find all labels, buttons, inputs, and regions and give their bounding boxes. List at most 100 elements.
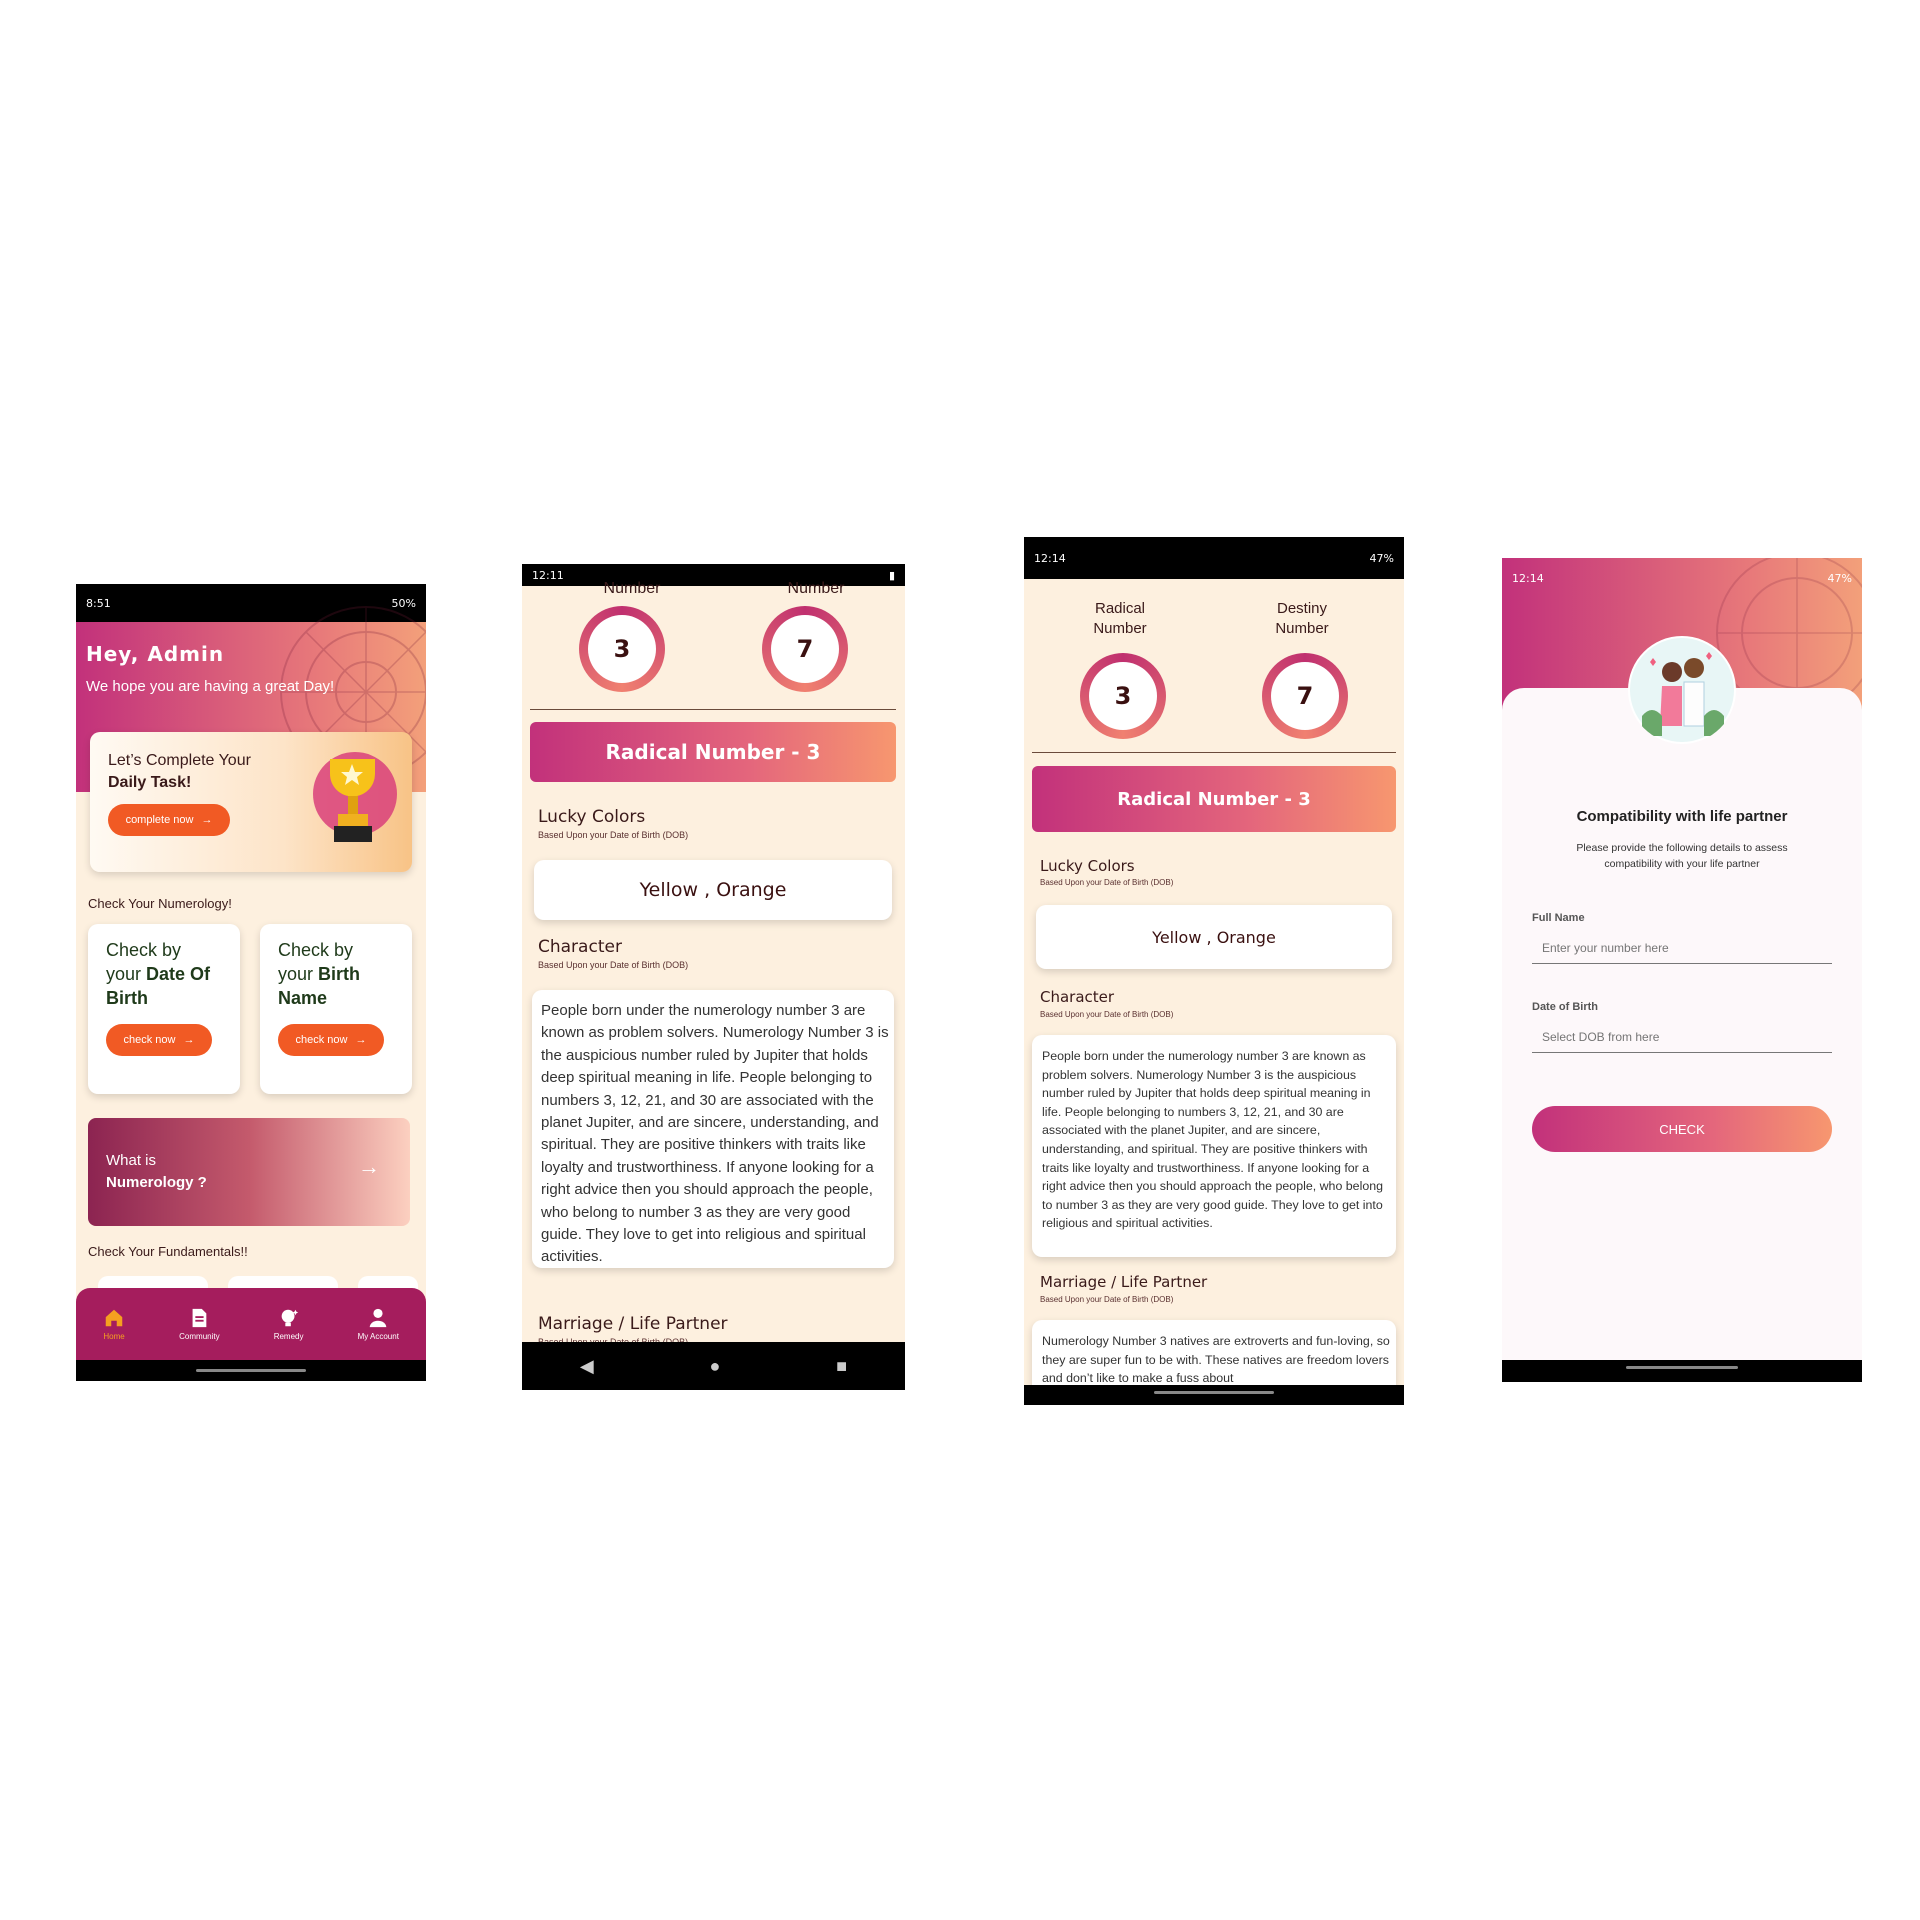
check-dob-label: check now bbox=[123, 1034, 176, 1046]
destiny-number-ring: 7 bbox=[762, 606, 848, 692]
couple-avatar bbox=[1628, 636, 1736, 744]
screen-compatibility: 12:14 47% Compatibility with life partne… bbox=[1502, 558, 1862, 1382]
arrow-right-icon: → bbox=[183, 1034, 195, 1046]
android-nav-bar: ◀ ● ■ bbox=[522, 1342, 905, 1390]
home-indicator[interactable] bbox=[1154, 1391, 1274, 1394]
status-time: 12:11 bbox=[532, 568, 564, 582]
dob-card-line1: Check by bbox=[106, 940, 182, 960]
daily-task-card[interactable]: Let’s Complete Your Daily Task! complete… bbox=[90, 732, 412, 872]
compat-title: Compatibility with life partner bbox=[1576, 808, 1788, 825]
nav-remedy[interactable]: Remedy bbox=[273, 1307, 304, 1341]
lucky-colors-title: Lucky Colors bbox=[538, 807, 646, 827]
greeting-title: Hey, Admin bbox=[86, 642, 225, 666]
radical-number-label: Number bbox=[603, 580, 661, 597]
dob-card-line3: Birth bbox=[106, 988, 148, 1008]
lucky-colors-value: Yellow , Orange bbox=[639, 879, 787, 901]
dob-card-line2: your Date Of bbox=[106, 964, 210, 985]
home-indicator[interactable] bbox=[1626, 1366, 1738, 1369]
dob-input[interactable] bbox=[1532, 1021, 1832, 1053]
character-text: People born under the numerology number … bbox=[1042, 1049, 1383, 1231]
home-circle-icon[interactable]: ● bbox=[710, 1356, 721, 1377]
nav-account-label: My Account bbox=[357, 1332, 399, 1341]
check-name-button[interactable]: check now → bbox=[278, 1024, 384, 1056]
marriage-title: Marriage / Life Partner bbox=[1040, 1273, 1208, 1291]
nav-home[interactable]: Home bbox=[103, 1307, 125, 1341]
status-time: 8:51 bbox=[86, 596, 111, 610]
nav-community[interactable]: Community bbox=[179, 1307, 220, 1341]
lucky-colors-card: Yellow , Orange bbox=[534, 860, 892, 920]
nav-community-label: Community bbox=[179, 1332, 220, 1341]
check-dob-button[interactable]: check now → bbox=[106, 1024, 212, 1056]
home-icon bbox=[105, 1309, 123, 1327]
fundamentals-heading: Check Your Fundamentals!! bbox=[88, 1244, 248, 1259]
character-text: People born under the numerology number … bbox=[541, 1002, 889, 1266]
character-card: People born under the numerology number … bbox=[532, 990, 894, 1268]
status-time: 12:14 bbox=[1512, 571, 1544, 585]
destiny-number-value: 7 bbox=[1271, 662, 1339, 730]
what-card-line2: Numerology ? bbox=[106, 1174, 207, 1191]
character-title: Character bbox=[538, 937, 622, 957]
dob-label: Date of Birth bbox=[1532, 1001, 1598, 1013]
complete-now-button[interactable]: complete now → bbox=[108, 804, 230, 836]
status-bar: 12:14 47% bbox=[1024, 537, 1404, 579]
check-name-label: check now bbox=[295, 1034, 348, 1046]
destiny-number-label: Destiny Number bbox=[1275, 600, 1329, 637]
compat-subtitle: Please provide the following details to … bbox=[1576, 842, 1788, 870]
full-name-label: Full Name bbox=[1532, 912, 1585, 924]
trophy-icon bbox=[313, 752, 397, 842]
name-card-line3: Name bbox=[278, 988, 328, 1008]
screen-radical-result: 12:11 ▮ Number Number 3 7 Radical Number… bbox=[522, 564, 905, 1390]
divider bbox=[530, 709, 896, 710]
system-home-bar bbox=[1502, 1360, 1862, 1382]
greeting-subtitle: We hope you are having a great Day! bbox=[86, 678, 335, 695]
document-icon bbox=[192, 1308, 207, 1328]
system-home-bar bbox=[1024, 1385, 1404, 1405]
recents-icon[interactable]: ■ bbox=[836, 1356, 847, 1377]
radical-number-ring: 3 bbox=[1080, 653, 1166, 739]
name-card-line1: Check by bbox=[278, 940, 354, 960]
back-icon[interactable]: ◀ bbox=[580, 1356, 594, 1377]
radical-number-banner: Radical Number - 3 bbox=[530, 722, 896, 782]
full-name-input[interactable] bbox=[1532, 932, 1832, 964]
what-card-line1: What is bbox=[106, 1152, 157, 1169]
name-card-line2a: your bbox=[278, 964, 319, 984]
nav-remedy-label: Remedy bbox=[273, 1332, 304, 1341]
couple-illustration-icon bbox=[1630, 638, 1734, 742]
marriage-text: Numerology Number 3 natives are extrover… bbox=[1042, 1334, 1390, 1386]
person-icon bbox=[370, 1308, 387, 1328]
lucky-colors-value: Yellow , Orange bbox=[1152, 927, 1276, 947]
lower-bg bbox=[1502, 1158, 1862, 1364]
bulb-icon bbox=[281, 1309, 298, 1327]
name-card-line2: your Birth bbox=[278, 964, 360, 985]
status-time: 12:14 bbox=[1034, 551, 1066, 565]
dob-card-line2b: Date Of bbox=[146, 964, 211, 984]
arrow-right-icon: → bbox=[201, 814, 213, 826]
character-subtitle: Based Upon your Date of Birth (DOB) bbox=[1040, 1010, 1174, 1019]
lucky-colors-title: Lucky Colors bbox=[1040, 857, 1135, 875]
divider bbox=[1032, 752, 1396, 753]
radical-number-value: 3 bbox=[588, 615, 656, 683]
radical-number-banner: Radical Number - 3 bbox=[1032, 766, 1396, 832]
status-battery: 47% bbox=[1369, 551, 1394, 565]
marriage-title: Marriage / Life Partner bbox=[538, 1314, 728, 1334]
destiny-number-ring: 7 bbox=[1262, 653, 1348, 739]
lucky-colors-subtitle: Based Upon your Date of Birth (DOB) bbox=[538, 830, 689, 840]
arrow-right-icon[interactable]: → bbox=[358, 1154, 380, 1180]
radical-number-ring: 3 bbox=[579, 606, 665, 692]
character-subtitle: Based Upon your Date of Birth (DOB) bbox=[538, 960, 689, 970]
radical-number-value: 3 bbox=[1089, 662, 1157, 730]
task-card-line1: Let’s Complete Your bbox=[108, 752, 251, 769]
what-is-numerology-card[interactable]: What is Numerology ? → bbox=[88, 1118, 410, 1226]
check-by-name-card[interactable]: Check by your Birth Name check now → bbox=[260, 924, 412, 1094]
screen-radical-result-2: 12:14 47% Radical Number Destiny Number … bbox=[1024, 537, 1404, 1405]
nav-account[interactable]: My Account bbox=[358, 1307, 399, 1341]
arrow-right-icon: → bbox=[355, 1034, 367, 1046]
check-button[interactable]: CHECK bbox=[1532, 1106, 1832, 1152]
screen-home: 8:51 50% Hey, Admin We hope you are havi… bbox=[76, 584, 426, 1381]
lucky-colors-subtitle: Based Upon your Date of Birth (DOB) bbox=[1040, 878, 1174, 887]
numerology-heading: Check Your Numerology! bbox=[88, 896, 232, 911]
check-by-dob-card[interactable]: Check by your Date Of Birth check now → bbox=[88, 924, 240, 1094]
name-card-line2b: Birth bbox=[318, 964, 361, 984]
destiny-number-value: 7 bbox=[771, 615, 839, 683]
home-indicator[interactable] bbox=[196, 1369, 306, 1372]
